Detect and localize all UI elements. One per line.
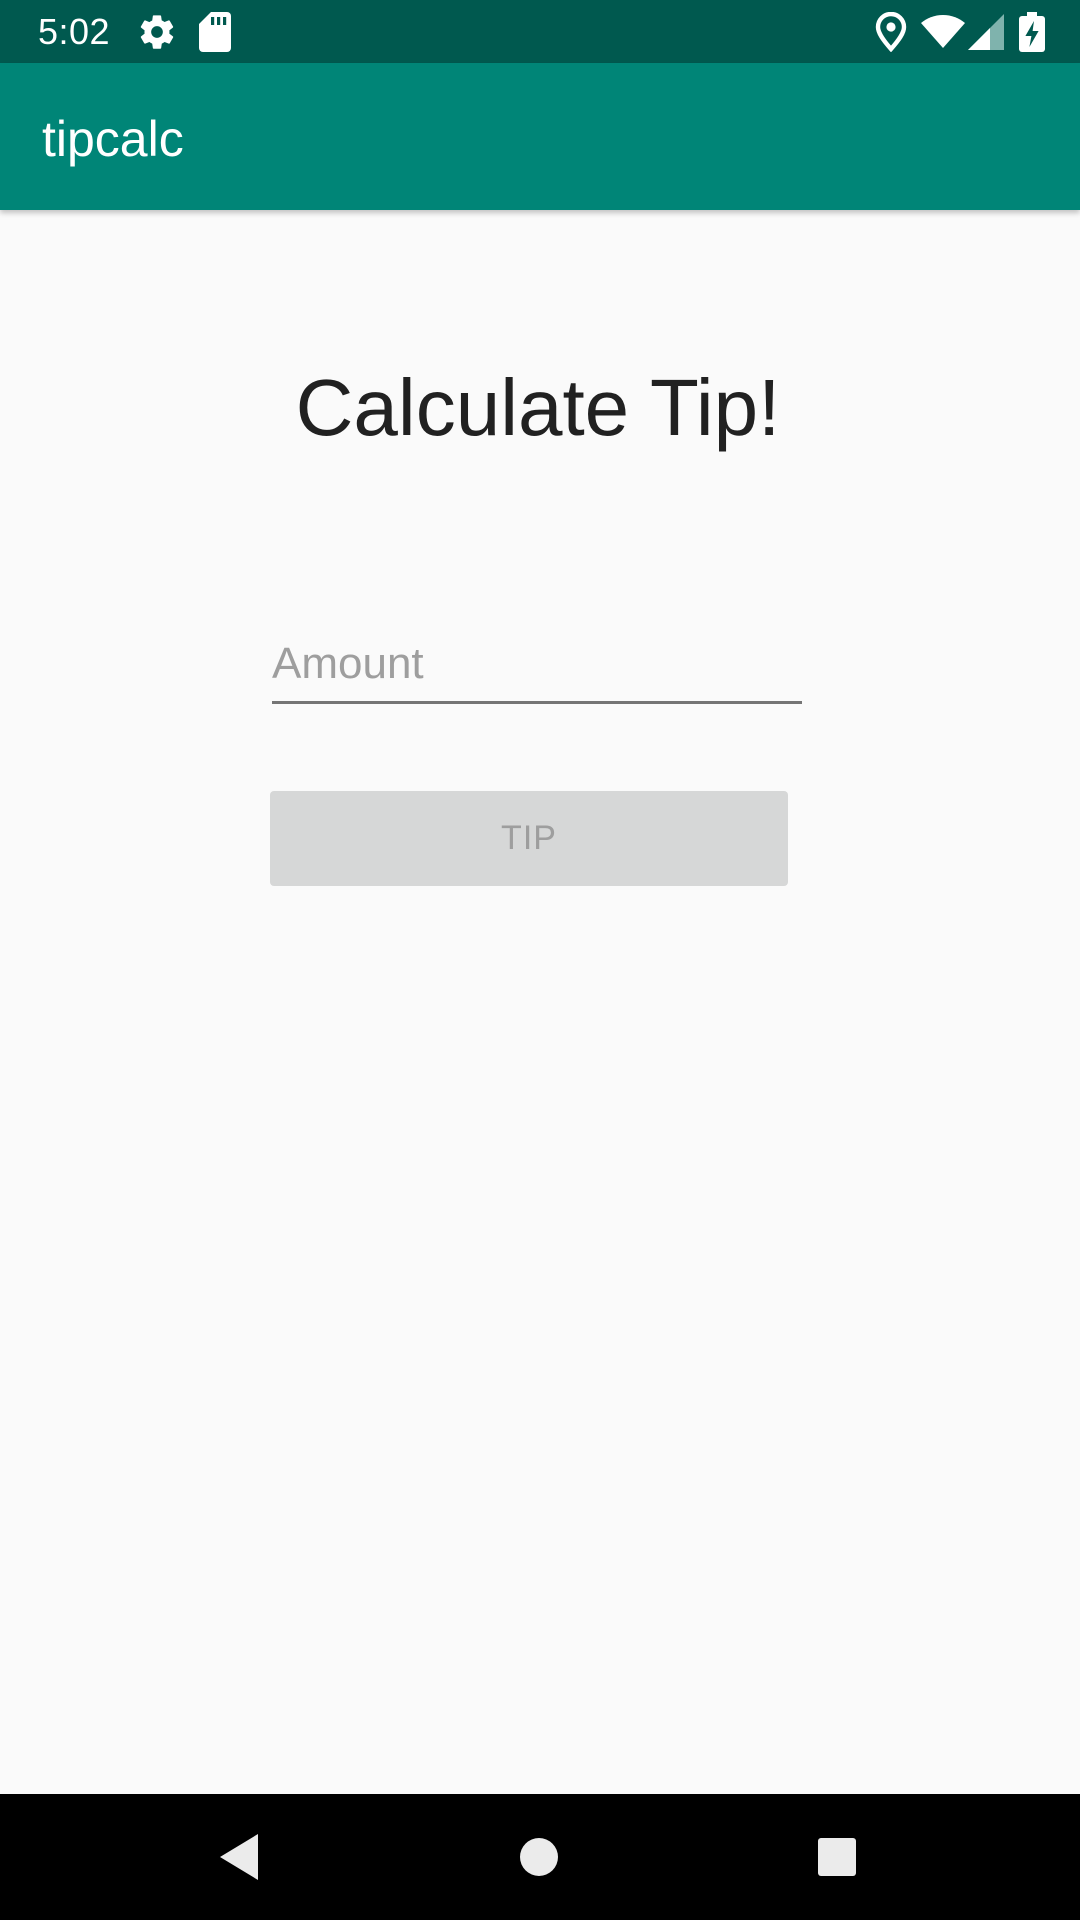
- recents-icon[interactable]: [804, 1824, 870, 1890]
- page-heading: Calculate Tip!: [295, 363, 781, 452]
- battery-charging-icon: [1019, 12, 1045, 52]
- back-icon[interactable]: [204, 1824, 270, 1890]
- location-icon: [873, 12, 909, 52]
- navigation-bar: [0, 1794, 1080, 1920]
- home-icon[interactable]: [506, 1824, 572, 1890]
- sd-card-icon: [199, 12, 231, 52]
- status-bar: 5:02: [0, 0, 1080, 63]
- status-time: 5:02: [38, 11, 111, 52]
- screen: 5:02 tipcalc Calculate Tip! Amount TIP: [0, 0, 1080, 1920]
- amount-input[interactable]: [272, 632, 802, 704]
- cell-signal-icon: [968, 12, 1004, 52]
- app-bar: tipcalc: [0, 63, 1080, 210]
- wifi-icon: [920, 12, 966, 52]
- settings-icon: [137, 12, 177, 52]
- tip-button[interactable]: TIP: [270, 791, 788, 886]
- app-title: tipcalc: [42, 111, 184, 167]
